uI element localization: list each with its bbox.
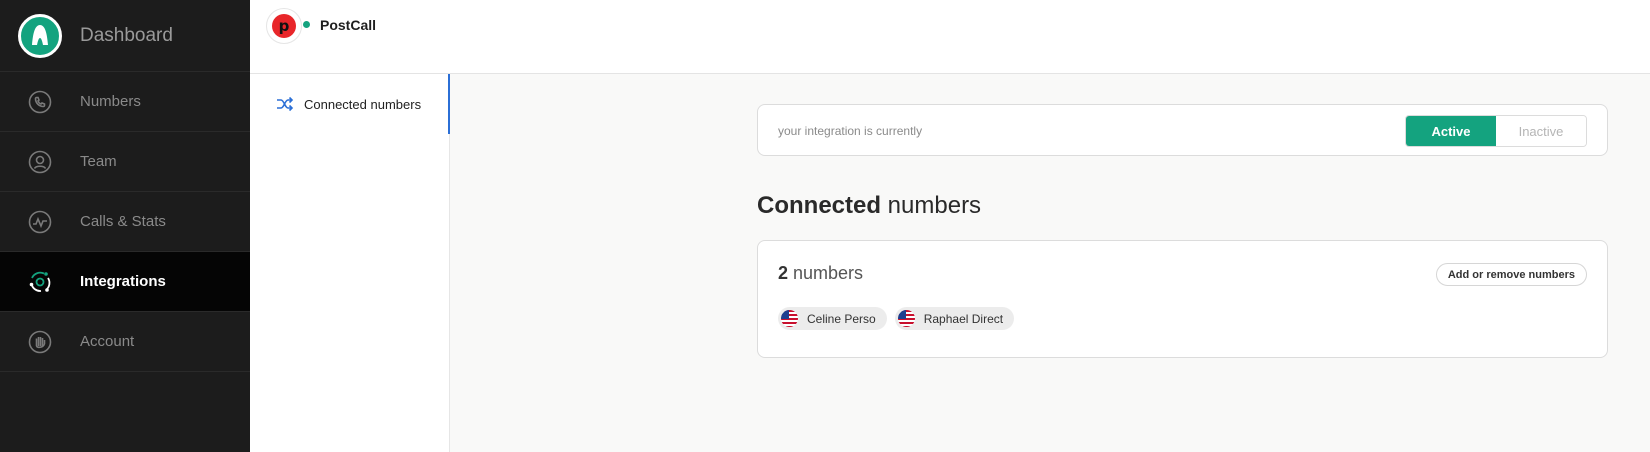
shuffle-icon [276, 95, 294, 113]
sidebar-item-account[interactable]: Account [0, 312, 250, 372]
subnav: Connected numbers [250, 74, 450, 452]
status-text: your integration is currently [778, 124, 923, 138]
status-dot [303, 21, 310, 28]
hand-icon [25, 327, 55, 357]
number-chip[interactable]: Celine Perso [778, 307, 887, 330]
section-title-rest: numbers [881, 192, 982, 219]
numbers-count-label: numbers [788, 263, 864, 283]
integration-name: PostCall [320, 17, 377, 33]
status-toggle: Active Inactive [1405, 115, 1587, 147]
header: p PostCall [250, 0, 1650, 74]
number-chip[interactable]: Raphael Direct [894, 307, 1015, 330]
sidebar: Dashboard Numbers Team Calls & Stats Int… [0, 0, 250, 452]
postcall-logo-icon: p [266, 8, 302, 44]
integration-status-card: your integration is currently Active Ina… [757, 104, 1608, 156]
numbers-count-value: 2 [778, 263, 789, 283]
sidebar-item-calls-stats[interactable]: Calls & Stats [0, 192, 250, 252]
integrations-icon [25, 267, 55, 297]
us-flag-icon [781, 310, 798, 327]
sidebar-item-team[interactable]: Team [0, 132, 250, 192]
us-flag-icon [897, 310, 915, 327]
sidebar-item-label: Account [80, 333, 135, 350]
sidebar-item-integrations[interactable]: Integrations [0, 252, 250, 312]
number-name: Raphael Direct [923, 311, 1004, 326]
sidebar-item-label: Numbers [80, 93, 141, 110]
sidebar-brand[interactable]: Dashboard [0, 0, 250, 72]
subnav-item-label: Connected numbers [304, 96, 422, 112]
numbers-count: 2 numbers [778, 263, 863, 284]
numbers-list: Celine Perso Raphael Direct [778, 307, 1015, 330]
sidebar-item-label: Integrations [80, 273, 166, 290]
inactive-button[interactable]: Inactive [1496, 116, 1586, 146]
sidebar-item-numbers[interactable]: Numbers [0, 72, 250, 132]
section-title-bold: Connected [757, 192, 882, 219]
add-remove-numbers-button[interactable]: Add or remove numbers [1435, 263, 1587, 286]
section-title: Connected numbers [757, 192, 981, 220]
postcall-logo-letter: p [272, 14, 296, 38]
app-logo-icon [18, 13, 62, 58]
subnav-item-connected-numbers[interactable]: Connected numbers [250, 74, 450, 134]
user-circle-icon [25, 147, 55, 177]
active-button[interactable]: Active [1406, 116, 1496, 146]
activity-icon [25, 207, 55, 237]
sidebar-item-label: Team [80, 153, 117, 170]
sidebar-item-label: Calls & Stats [80, 213, 166, 230]
dashboard-label: Dashboard [80, 24, 173, 46]
number-name: Celine Perso [807, 311, 876, 326]
phone-icon [25, 87, 55, 117]
connected-numbers-card: 2 numbers Add or remove numbers Celine P… [757, 240, 1608, 358]
